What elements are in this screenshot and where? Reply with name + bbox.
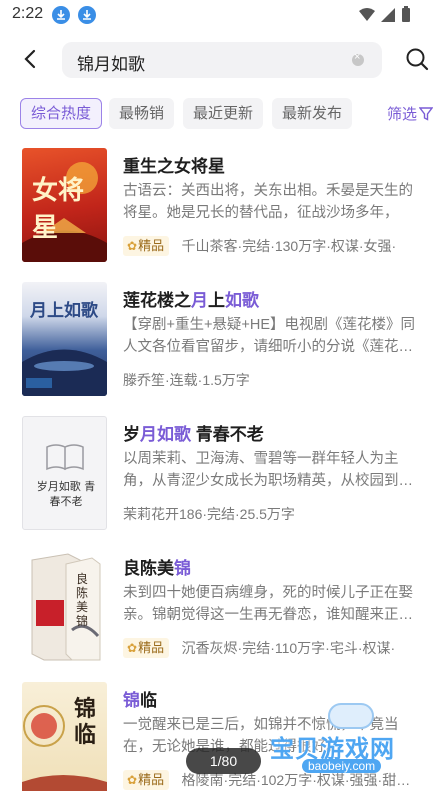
book-meta: 茉莉花开186·完结·25.5万字 — [123, 504, 423, 526]
wifi-icon — [359, 8, 375, 21]
book-open-icon — [46, 444, 84, 471]
cover-title: 月上如歌 — [30, 301, 98, 321]
search-icon[interactable] — [405, 47, 429, 71]
tab-bestselling[interactable]: 最畅销 — [109, 98, 175, 129]
status-time: 2:22 — [12, 5, 44, 22]
title-highlight: 如歌 — [225, 291, 259, 310]
title-highlight: 月如歌 — [140, 425, 191, 444]
star-icon: ✿ — [127, 239, 138, 253]
star-icon: ✿ — [127, 773, 138, 787]
title-highlight: 锦 — [123, 691, 140, 710]
badge-label: 精品 — [138, 238, 165, 253]
cover-title: 锦临 — [74, 696, 97, 748]
badge-label: 精品 — [138, 772, 165, 787]
book-description: 古语云：关西出将，关东出相。禾晏是天生的将星。她是兄长的替代品，征战沙场多年， — [123, 183, 413, 221]
book-title: 锦临 — [123, 686, 157, 711]
tab-recently-updated[interactable]: 最近更新 — [183, 98, 264, 129]
book-cover: 良陈美锦 — [22, 550, 107, 664]
book-meta: ✿精品 格陵南·完结·102万字·权谋·强强·甜… — [123, 770, 423, 791]
title-highlight: 锦 — [174, 559, 191, 578]
title-part: 岁 — [123, 425, 140, 444]
book-description: 【穿剧+重生+悬疑+HE】电视剧《莲花楼》同人文各位看官留步，请细听小的分说《莲… — [123, 317, 416, 355]
book-meta: 滕乔笙·连载·1.5万字 — [123, 370, 423, 392]
signal-icon — [381, 8, 395, 22]
book-info: 格陵南·完结·102万字·权谋·强强·甜… — [181, 772, 411, 788]
premium-badge: ✿精品 — [123, 770, 170, 790]
tab-comprehensive[interactable]: 综合热度 — [20, 98, 103, 129]
list-item[interactable]: 女将星 重生之女将星 古语云：关西出将，关东出相。禾晏是天生的将星。她是兄长的替… — [0, 148, 445, 263]
book-meta: ✿精品 沉香灰烬·完结·110万字·宅斗·权谋· — [123, 638, 423, 660]
book-info: 滕乔笙·连载·1.5万字 — [123, 372, 250, 388]
book-info: 茉莉花开186·完结·25.5万字 — [123, 506, 295, 522]
download-icon — [52, 6, 70, 24]
battery-icon — [402, 8, 410, 22]
filter-button[interactable]: 筛选 — [386, 103, 434, 124]
book-cover: 月上如歌 — [22, 282, 107, 396]
premium-badge: ✿精品 — [123, 638, 170, 658]
download-icon — [78, 6, 96, 24]
search-input[interactable]: 锦月如歌 — [62, 42, 382, 78]
title-highlight: 月 — [191, 291, 208, 310]
book-cover: 岁月如歌 青春不老 — [22, 416, 107, 530]
star-icon: ✿ — [127, 641, 138, 655]
watermark-url: baobeiy.com — [302, 759, 382, 773]
tab-newest[interactable]: 最新发布 — [272, 98, 353, 129]
cover-title: 岁月如歌 青春不老 — [36, 480, 96, 508]
gamepad-icon — [328, 703, 374, 729]
book-cover: 锦临 — [22, 682, 107, 791]
cover-art — [31, 553, 101, 661]
book-description: 以周茉莉、卫海涛、雪碧等一群年轻人为主角，从青涩少女成长为职场精英，从校园到… — [123, 451, 413, 489]
book-info: 千山茶客·完结·130万字·权谋·女强· — [181, 238, 397, 254]
title-part: 上 — [208, 291, 225, 310]
search-bar: 锦月如歌 — [0, 40, 445, 80]
search-query: 锦月如歌 — [77, 55, 145, 74]
status-icons — [357, 6, 417, 29]
filter-icon — [418, 107, 434, 121]
clear-icon[interactable] — [352, 51, 364, 66]
title-part: 重生之女将星 — [123, 157, 225, 176]
book-title: 良陈美锦 — [123, 554, 191, 579]
watermark: 宝贝游戏网 baobeiy.com — [270, 703, 440, 773]
book-title: 岁月如歌 青春不老 — [123, 420, 264, 445]
list-item[interactable]: 月上如歌 莲花楼之月上如歌 【穿剧+重生+悬疑+HE】电视剧《莲花楼》同人文各位… — [0, 282, 445, 397]
title-part: 莲花楼之 — [123, 291, 191, 310]
status-bar: 2:22 — [0, 0, 445, 30]
premium-badge: ✿精品 — [123, 236, 170, 256]
book-title: 莲花楼之月上如歌 — [123, 286, 259, 311]
title-part: 临 — [140, 691, 157, 710]
book-title: 重生之女将星 — [123, 152, 225, 177]
badge-label: 精品 — [138, 640, 165, 655]
cover-title: 女将星 — [32, 176, 85, 243]
filter-label: 筛选 — [386, 106, 417, 123]
title-part: 良陈美 — [123, 559, 174, 578]
title-part: 青春不老 — [191, 425, 264, 444]
cover-title: 良陈美锦 — [76, 572, 89, 628]
list-item[interactable]: 岁月如歌 青春不老 岁月如歌 青春不老 以周茉莉、卫海涛、雪碧等一群年轻人为主角… — [0, 416, 445, 531]
page-indicator: 1/80 — [186, 748, 261, 774]
back-icon[interactable] — [20, 48, 42, 70]
book-description: 未到四十她便百病缠身，死的时候儿子正在娶亲。锦朝觉得这一生再无眷恋，谁知醒来正… — [123, 585, 413, 623]
sort-tabs: 综合热度 最畅销 最近更新 最新发布 筛选 — [0, 98, 445, 130]
book-meta: ✿精品 千山茶客·完结·130万字·权谋·女强· — [123, 236, 423, 258]
book-cover: 女将星 — [22, 148, 107, 262]
list-item[interactable]: 良陈美锦 良陈美锦 未到四十她便百病缠身，死的时候儿子正在娶亲。锦朝觉得这一生再… — [0, 550, 445, 665]
book-info: 沉香灰烬·完结·110万字·宅斗·权谋· — [181, 640, 396, 656]
